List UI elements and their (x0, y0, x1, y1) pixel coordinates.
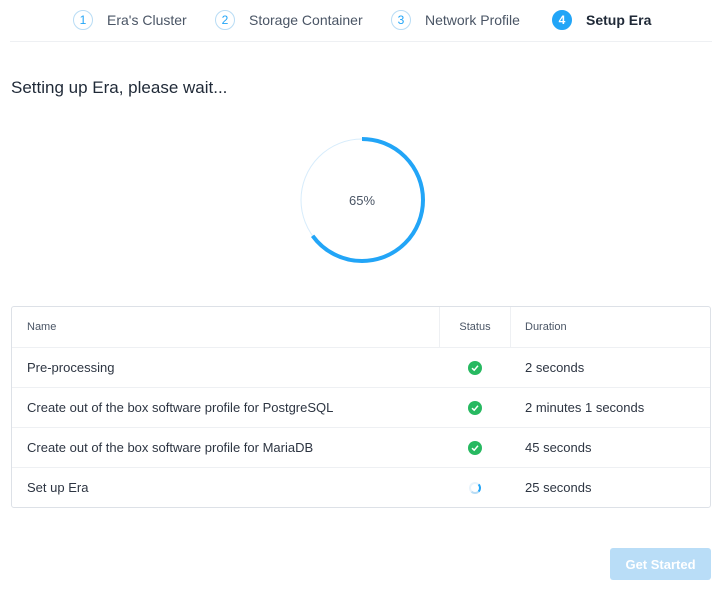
step-label: Setup Era (586, 12, 652, 28)
task-duration: 2 minutes 1 seconds (525, 400, 645, 415)
step-eras-cluster[interactable]: 1 Era's Cluster (73, 9, 187, 31)
wizard-steps: 1 Era's Cluster 2 Storage Container 3 Ne… (10, 0, 712, 42)
spinner-icon (469, 481, 481, 494)
task-name: Pre-processing (27, 360, 115, 375)
column-header-duration: Duration (525, 321, 567, 333)
task-status (440, 400, 510, 415)
step-label: Network Profile (425, 12, 520, 28)
step-number: 4 (552, 10, 572, 30)
step-label: Era's Cluster (107, 12, 187, 28)
page-title: Setting up Era, please wait... (11, 78, 228, 97)
step-storage-container[interactable]: 2 Storage Container (215, 9, 363, 31)
step-label: Storage Container (249, 12, 363, 28)
task-name: Create out of the box software profile f… (27, 400, 334, 415)
task-status (440, 481, 510, 494)
task-status (440, 360, 510, 375)
task-name: Set up Era (27, 480, 89, 495)
table-row: Create out of the box software profile f… (12, 427, 710, 467)
task-name: Create out of the box software profile f… (27, 440, 314, 455)
step-setup-era[interactable]: 4 Setup Era (552, 9, 651, 31)
step-number: 1 (73, 10, 93, 30)
column-header-name: Name (27, 321, 57, 333)
table-row: Pre-processing 2 seconds (12, 347, 710, 387)
task-status (440, 440, 510, 455)
task-duration: 45 seconds (525, 440, 592, 455)
task-table: Name Status Duration Pre-processing 2 se… (11, 306, 711, 508)
table-header-row: Name Status Duration (12, 307, 710, 347)
progress-percent: 65% (348, 192, 376, 208)
column-divider (510, 307, 511, 347)
check-circle-icon (468, 400, 482, 415)
table-row: Create out of the box software profile f… (12, 387, 710, 427)
task-duration: 25 seconds (525, 480, 592, 495)
step-network-profile[interactable]: 3 Network Profile (391, 9, 520, 31)
check-circle-icon (468, 360, 482, 375)
table-row: Set up Era 25 seconds (12, 467, 710, 507)
check-circle-icon (468, 440, 482, 455)
task-duration: 2 seconds (525, 360, 585, 375)
column-header-status: Status (459, 321, 491, 333)
step-number: 3 (391, 10, 411, 30)
get-started-button[interactable]: Get Started (610, 548, 711, 580)
step-number: 2 (215, 10, 235, 30)
